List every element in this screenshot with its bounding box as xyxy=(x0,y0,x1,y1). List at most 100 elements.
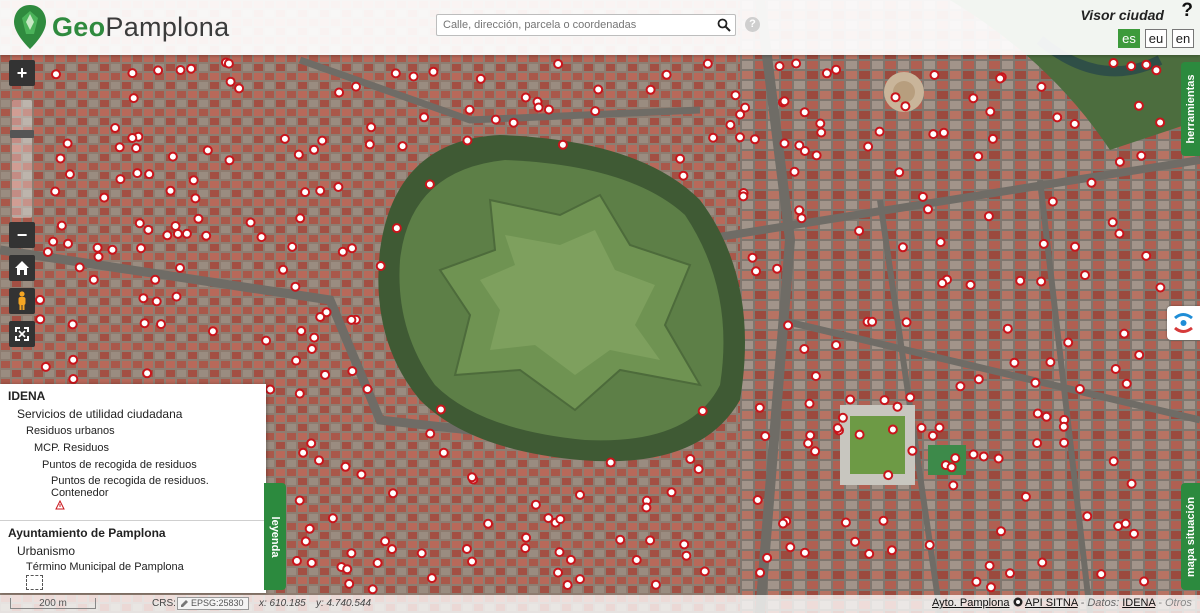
container-marker[interactable] xyxy=(553,567,563,578)
container-marker[interactable] xyxy=(799,107,810,118)
container-marker[interactable] xyxy=(968,93,979,104)
container-marker[interactable] xyxy=(327,513,338,524)
container-marker[interactable] xyxy=(1129,528,1139,539)
container-marker[interactable] xyxy=(685,454,696,464)
container-marker[interactable] xyxy=(1032,408,1043,419)
container-marker[interactable] xyxy=(424,179,435,190)
container-marker[interactable] xyxy=(520,543,531,554)
container-marker[interactable] xyxy=(63,238,73,249)
container-marker[interactable] xyxy=(615,534,626,545)
container-marker[interactable] xyxy=(416,548,427,559)
container-marker[interactable] xyxy=(143,224,154,235)
container-marker[interactable] xyxy=(300,187,311,198)
container-marker[interactable] xyxy=(1126,61,1137,72)
container-marker[interactable] xyxy=(408,71,419,82)
container-marker[interactable] xyxy=(863,141,874,152)
container-marker[interactable] xyxy=(678,170,689,181)
container-marker[interactable] xyxy=(225,76,236,87)
container-marker[interactable] xyxy=(886,545,897,556)
container-marker[interactable] xyxy=(464,104,475,115)
container-marker[interactable] xyxy=(923,204,933,215)
container-marker[interactable] xyxy=(555,514,566,525)
container-marker[interactable] xyxy=(144,169,155,180)
container-marker[interactable] xyxy=(929,70,940,80)
container-marker[interactable] xyxy=(730,90,741,101)
container-marker[interactable] xyxy=(1037,557,1048,568)
container-marker[interactable] xyxy=(883,470,894,481)
container-marker[interactable] xyxy=(1041,411,1052,422)
container-marker[interactable] xyxy=(934,422,945,433)
container-marker[interactable] xyxy=(916,422,927,433)
container-marker[interactable] xyxy=(879,395,890,406)
container-marker[interactable] xyxy=(645,535,656,546)
container-marker[interactable] xyxy=(845,394,856,405)
zoom-in-button[interactable]: + xyxy=(9,60,35,86)
container-marker[interactable] xyxy=(783,320,794,331)
container-marker[interactable] xyxy=(816,127,827,138)
container-marker[interactable] xyxy=(928,129,939,140)
container-marker[interactable] xyxy=(306,344,317,354)
container-marker[interactable] xyxy=(575,489,585,500)
lang-button-eu[interactable]: eu xyxy=(1145,29,1167,48)
container-marker[interactable] xyxy=(747,252,758,263)
container-marker[interactable] xyxy=(804,398,815,409)
container-marker[interactable] xyxy=(1110,364,1121,374)
container-marker[interactable] xyxy=(296,326,307,336)
container-marker[interactable] xyxy=(134,218,145,229)
container-marker[interactable] xyxy=(340,461,351,472)
container-marker[interactable] xyxy=(68,374,79,384)
container-marker[interactable] xyxy=(901,317,912,328)
container-marker[interactable] xyxy=(1086,177,1097,188)
container-marker[interactable] xyxy=(306,438,317,449)
container-marker[interactable] xyxy=(175,65,186,75)
container-marker[interactable] xyxy=(938,127,949,138)
container-marker[interactable] xyxy=(224,155,235,166)
container-marker[interactable] xyxy=(1139,576,1150,587)
container-marker[interactable] xyxy=(467,556,477,567)
container-marker[interactable] xyxy=(520,92,531,103)
container-marker[interactable] xyxy=(1038,238,1049,249)
container-marker[interactable] xyxy=(306,557,317,568)
container-marker[interactable] xyxy=(924,540,935,550)
container-marker[interactable] xyxy=(679,539,690,550)
container-marker[interactable] xyxy=(114,142,125,153)
container-marker[interactable] xyxy=(593,84,604,95)
container-marker[interactable] xyxy=(291,355,302,366)
container-marker[interactable] xyxy=(837,412,848,423)
container-marker[interactable] xyxy=(965,279,976,290)
tab-leyenda[interactable]: leyenda xyxy=(264,483,286,590)
container-marker[interactable] xyxy=(342,564,353,575)
container-marker[interactable] xyxy=(62,138,73,149)
container-marker[interactable] xyxy=(256,232,267,243)
container-marker[interactable] xyxy=(650,579,661,590)
container-marker[interactable] xyxy=(1009,357,1020,368)
container-marker[interactable] xyxy=(1119,328,1130,339)
container-marker[interactable] xyxy=(1074,384,1085,394)
container-marker[interactable] xyxy=(810,446,821,457)
container-marker[interactable] xyxy=(917,191,928,202)
container-marker[interactable] xyxy=(950,453,961,464)
container-marker[interactable] xyxy=(287,241,298,252)
container-marker[interactable] xyxy=(201,230,212,241)
container-marker[interactable] xyxy=(279,133,290,144)
container-marker[interactable] xyxy=(1134,350,1145,360)
container-marker[interactable] xyxy=(1030,377,1041,388)
container-marker[interactable] xyxy=(347,366,358,377)
container-marker[interactable] xyxy=(850,536,861,547)
container-marker[interactable] xyxy=(1114,228,1125,239)
container-marker[interactable] xyxy=(971,576,982,587)
container-marker[interactable] xyxy=(131,143,142,154)
container-marker[interactable] xyxy=(294,388,305,399)
container-marker[interactable] xyxy=(554,547,565,558)
container-marker[interactable] xyxy=(543,513,554,524)
container-marker[interactable] xyxy=(151,296,162,307)
container-marker[interactable] xyxy=(261,335,272,346)
container-marker[interactable] xyxy=(127,68,138,79)
geopamplona-logo-icon[interactable] xyxy=(13,4,47,50)
container-marker[interactable] xyxy=(887,424,898,435)
container-marker[interactable] xyxy=(207,326,218,337)
container-marker[interactable] xyxy=(74,262,85,273)
container-marker[interactable] xyxy=(1069,118,1080,129)
container-marker[interactable] xyxy=(590,106,601,117)
container-marker[interactable] xyxy=(48,236,59,247)
